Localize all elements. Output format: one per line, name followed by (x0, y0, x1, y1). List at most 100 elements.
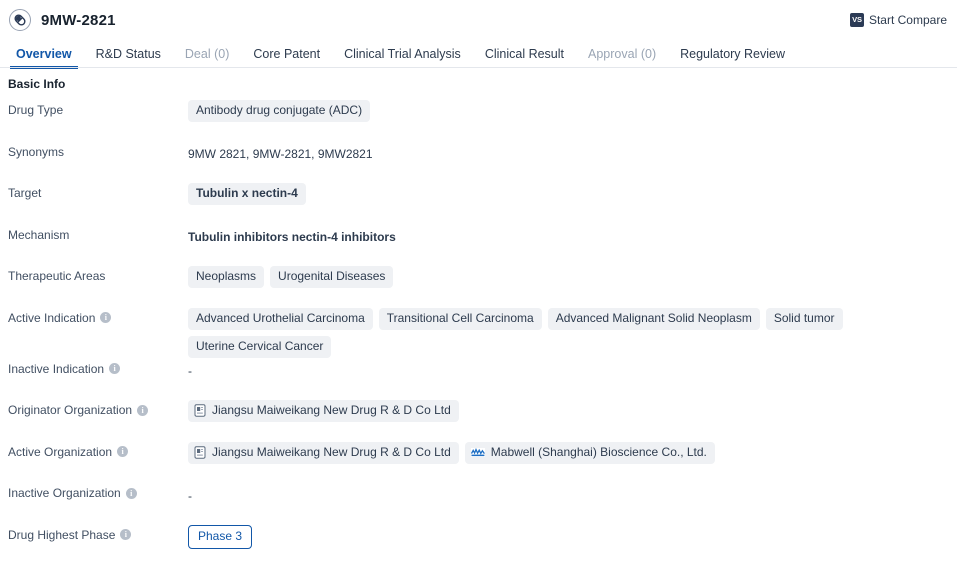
tab-core-patent[interactable]: Core Patent (241, 40, 332, 68)
inactive-organization-value: - (188, 488, 192, 503)
label-active-organization-text: Active Organization (8, 444, 113, 459)
tag-therapeutic-area[interactable]: Neoplasms (188, 266, 265, 288)
label-target: Target (8, 182, 188, 200)
tab-clinical-result[interactable]: Clinical Result (473, 40, 576, 68)
row-mechanism: Mechanism Tubulin inhibitors nectin-4 in… (0, 224, 957, 266)
tab-core-patent-label: Core Patent (253, 47, 321, 61)
start-compare-label: Start Compare (868, 13, 947, 27)
row-therapeutic-areas: Therapeutic Areas Neoplasms Urogenital D… (0, 265, 957, 307)
value-drug-type: Antibody drug conjugate (ADC) (188, 99, 957, 122)
info-icon[interactable]: i (117, 446, 129, 457)
label-synonyms-text: Synonyms (8, 144, 65, 159)
label-mechanism-text: Mechanism (8, 227, 70, 242)
tab-bar: Overview R&D Status Deal (0) Core Patent… (0, 40, 957, 69)
tab-clinical-result-label: Clinical Result (484, 47, 565, 61)
label-active-indication: Active Indication i (8, 307, 188, 325)
tab-regulatory-review-label: Regulatory Review (680, 47, 786, 61)
tab-clinical-trial-analysis[interactable]: Clinical Trial Analysis (332, 40, 473, 68)
info-icon[interactable]: i (109, 363, 121, 374)
tab-overview[interactable]: Overview (4, 40, 84, 69)
label-drug-type-text: Drug Type (8, 103, 64, 117)
label-inactive-indication-text: Inactive Indication (8, 361, 105, 376)
vs-icon: VS (849, 13, 864, 27)
tab-rd-status[interactable]: R&D Status (84, 40, 173, 68)
tag-active-indication[interactable]: Advanced Malignant Solid Neoplasm (547, 307, 760, 330)
overview-content: Basic Info Drug Type Antibody drug conju… (0, 68, 957, 562)
synonyms-text: 9MW 2821, 9MW-2821, 9MW2821 (188, 147, 373, 161)
row-active-indication: Active Indication i Advanced Urothelial … (0, 307, 957, 358)
row-synonyms: Synonyms 9MW 2821, 9MW-2821, 9MW2821 (0, 141, 957, 183)
tag-active-indication[interactable]: Transitional Cell Carcinoma (378, 307, 542, 330)
label-originator-organization-text: Originator Organization (8, 403, 133, 417)
value-inactive-indication: - (188, 358, 957, 380)
value-therapeutic-areas: Neoplasms Urogenital Diseases (188, 265, 957, 288)
mabwell-logo-icon (470, 447, 485, 457)
value-target: Tubulin x nectin-4 (188, 182, 957, 205)
tag-organization[interactable]: Mabwell (Shanghai) Bioscience Co., Ltd. (464, 441, 715, 464)
value-drug-highest-phase: Phase 3 (188, 524, 957, 549)
tag-therapeutic-area[interactable]: Urogenital Diseases (270, 266, 394, 288)
organization-name: Jiangsu Maiweikang New Drug R & D Co Ltd (212, 444, 451, 459)
status-badge-phase[interactable]: Phase 3 (188, 524, 253, 549)
tab-approval[interactable]: Approval (0) (576, 40, 668, 68)
start-compare-button[interactable]: VS Start Compare (849, 13, 949, 27)
tag-drug-type[interactable]: Antibody drug conjugate (ADC) (188, 100, 371, 122)
row-inactive-indication: Inactive Indication i - (0, 358, 957, 400)
label-drug-highest-phase: Drug Highest Phase i (8, 524, 188, 542)
info-icon[interactable]: i (100, 312, 112, 323)
row-active-organization: Active Organization i Jiangsu Maiweikang… (0, 441, 957, 483)
value-synonyms: 9MW 2821, 9MW-2821, 9MW2821 (188, 141, 957, 163)
label-inactive-organization-text: Inactive Organization (8, 486, 121, 500)
pill-capsule-icon (9, 9, 31, 31)
basic-info-rows: Drug Type Antibody drug conjugate (ADC) … (0, 99, 957, 562)
drug-detail-page: 9MW-2821 VS Start Compare Overview R&D S… (0, 0, 957, 562)
tag-organization[interactable]: Jiangsu Maiweikang New Drug R & D Co Ltd (188, 441, 459, 464)
label-drug-type: Drug Type (8, 99, 188, 117)
section-title-basic-info: Basic Info (8, 77, 66, 91)
organization-name: Mabwell (Shanghai) Bioscience Co., Ltd. (490, 444, 707, 459)
label-target-text: Target (8, 186, 42, 200)
page-header: 9MW-2821 VS Start Compare (0, 0, 957, 40)
info-icon[interactable]: i (125, 487, 137, 499)
row-drug-type: Drug Type Antibody drug conjugate (ADC) (0, 99, 957, 141)
info-icon[interactable]: i (137, 404, 149, 416)
value-active-indication: Advanced Urothelial Carcinoma Transition… (188, 307, 957, 358)
tab-approval-label: Approval (0) (588, 47, 657, 61)
page-title: 9MW-2821 (41, 11, 116, 29)
tag-target[interactable]: Tubulin x nectin-4 (188, 183, 306, 205)
mechanism-text: Tubulin inhibitors nectin-4 inhibitors (188, 230, 396, 244)
value-inactive-organization: - (188, 482, 957, 504)
label-active-indication-text: Active Indication (8, 310, 96, 325)
value-originator-organization: Jiangsu Maiweikang New Drug R & D Co Ltd (188, 399, 957, 422)
label-active-organization: Active Organization i (8, 441, 188, 459)
label-mechanism: Mechanism (8, 224, 188, 242)
tag-active-indication[interactable]: Uterine Cervical Cancer (188, 335, 332, 358)
tab-deal-label: Deal (0) (184, 47, 230, 61)
organization-name: Jiangsu Maiweikang New Drug R & D Co Ltd (212, 403, 451, 417)
tag-active-indication[interactable]: Solid tumor (765, 307, 843, 330)
value-mechanism: Tubulin inhibitors nectin-4 inhibitors (188, 224, 957, 246)
label-drug-highest-phase-text: Drug Highest Phase (8, 527, 116, 542)
label-synonyms: Synonyms (8, 141, 188, 159)
label-therapeutic-areas: Therapeutic Areas (8, 265, 188, 283)
row-drug-highest-phase: Drug Highest Phase i Phase 3 (0, 524, 957, 562)
tab-clinical-trial-analysis-label: Clinical Trial Analysis (344, 47, 461, 61)
document-org-icon (194, 404, 206, 417)
row-target: Target Tubulin x nectin-4 (0, 182, 957, 224)
inactive-indication-value: - (188, 364, 192, 378)
label-originator-organization: Originator Organization i (8, 399, 188, 417)
value-active-organization: Jiangsu Maiweikang New Drug R & D Co Ltd… (188, 441, 957, 464)
tab-deal[interactable]: Deal (0) (173, 40, 241, 68)
label-inactive-indication: Inactive Indication i (8, 358, 188, 376)
row-inactive-organization: Inactive Organization i - (0, 482, 957, 524)
tag-organization[interactable]: Jiangsu Maiweikang New Drug R & D Co Ltd (188, 400, 459, 422)
label-inactive-organization: Inactive Organization i (8, 482, 188, 500)
info-icon[interactable]: i (120, 529, 132, 540)
label-therapeutic-areas-text: Therapeutic Areas (8, 269, 106, 283)
tag-active-indication[interactable]: Advanced Urothelial Carcinoma (188, 307, 373, 330)
tab-rd-status-label: R&D Status (95, 47, 161, 61)
row-originator-organization: Originator Organization i Jiangsu Maiwei… (0, 399, 957, 441)
tab-overview-label: Overview (16, 47, 72, 61)
tab-regulatory-review[interactable]: Regulatory Review (668, 40, 797, 68)
document-org-icon (194, 445, 206, 459)
